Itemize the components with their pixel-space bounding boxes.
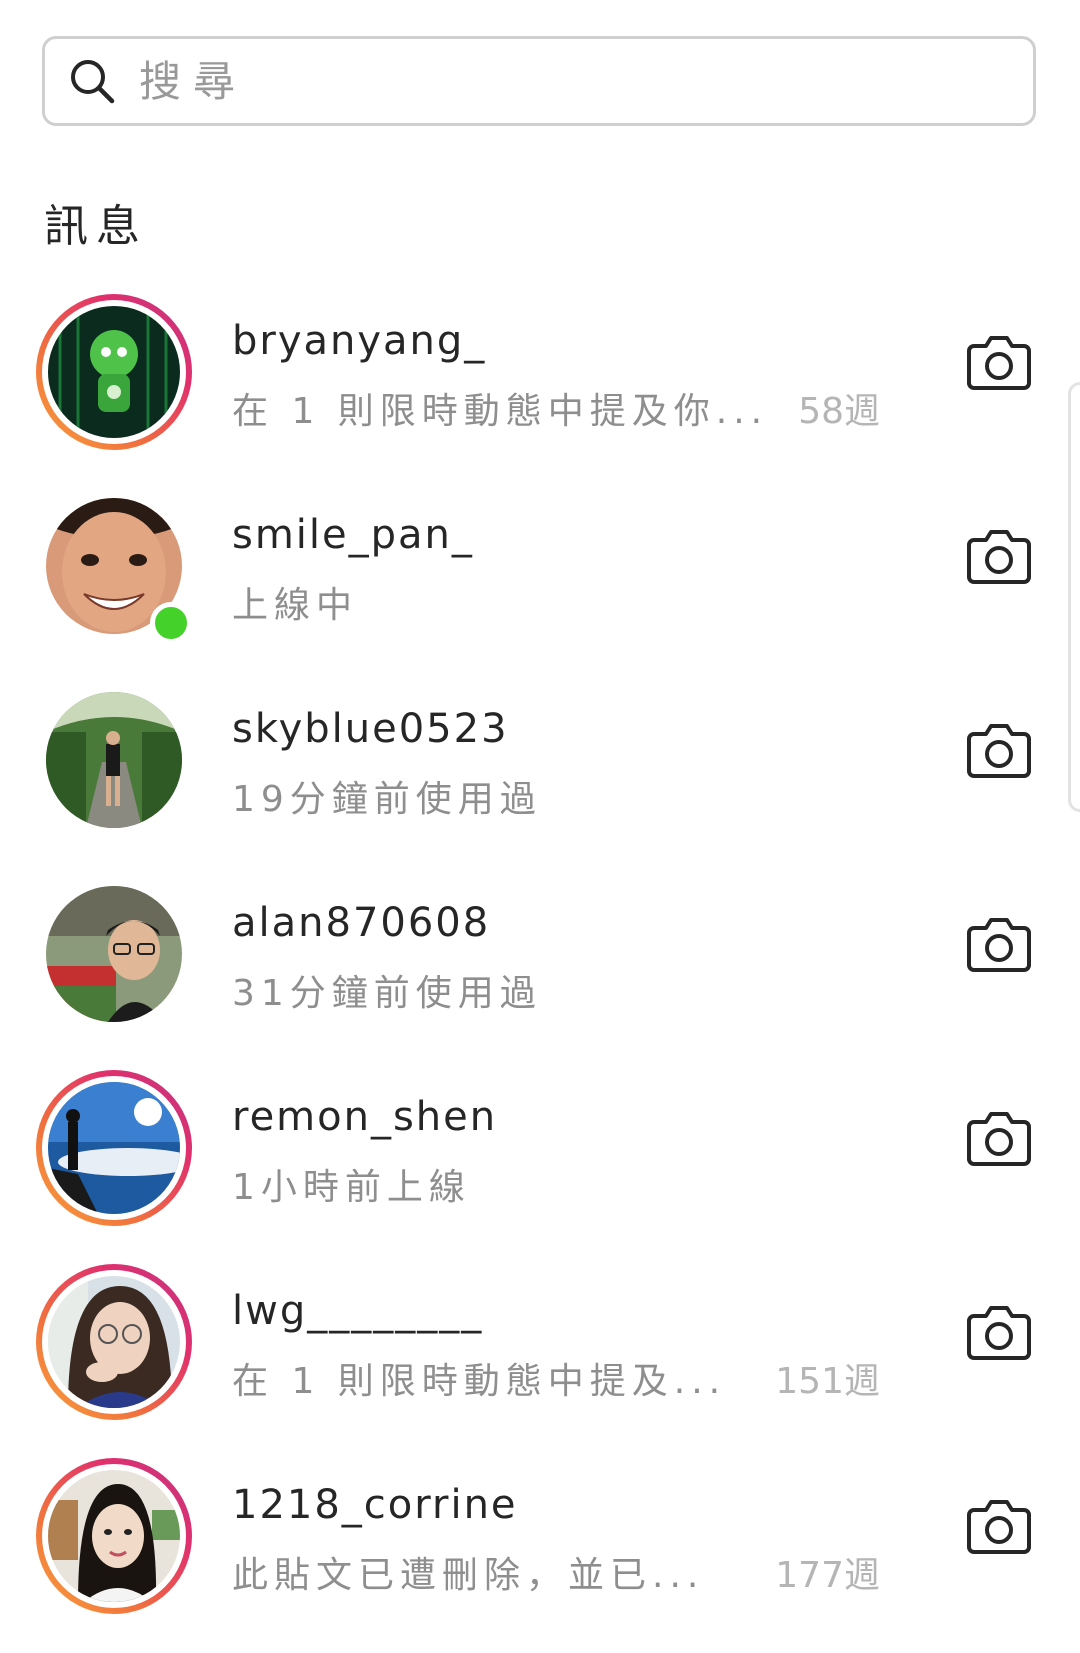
- story-ring[interactable]: [36, 1264, 192, 1420]
- camera-icon[interactable]: [966, 1496, 1032, 1556]
- conversation-row[interactable]: smile_pan_ 上線中: [0, 484, 1080, 678]
- scroll-handle[interactable]: [1068, 382, 1080, 812]
- conversation-row[interactable]: skyblue0523 19分鐘前使用過: [0, 678, 1080, 872]
- search-input[interactable]: [139, 51, 959, 111]
- story-ring[interactable]: [36, 1458, 192, 1614]
- search-icon: [71, 60, 115, 104]
- search-bar[interactable]: [42, 36, 1036, 126]
- conversation-row[interactable]: lwg________ 在 1 則限時動態中提及... 151週: [0, 1260, 1080, 1454]
- username: alan870608: [232, 900, 491, 946]
- timestamp: 58週: [798, 391, 880, 432]
- avatar: [46, 886, 182, 1022]
- camera-icon[interactable]: [966, 332, 1032, 392]
- avatar: [48, 1276, 180, 1408]
- avatar: [46, 692, 182, 828]
- status-text: 1小時前上線: [232, 1167, 471, 1208]
- username: bryanyang_: [232, 318, 487, 364]
- avatar-container[interactable]: [36, 682, 192, 838]
- avatar: [48, 1470, 180, 1602]
- story-ring[interactable]: [36, 1070, 192, 1226]
- username: remon_shen: [232, 1094, 498, 1140]
- camera-icon[interactable]: [966, 526, 1032, 586]
- username: 1218_corrine: [232, 1482, 518, 1528]
- status-text: 此貼文已遭刪除，並已...: [232, 1555, 705, 1596]
- section-title: 訊息: [44, 201, 148, 252]
- timestamp: 177週: [775, 1555, 880, 1596]
- conversation-row[interactable]: 1218_corrine 此貼文已遭刪除，並已... 177週: [0, 1454, 1080, 1648]
- camera-icon[interactable]: [966, 1302, 1032, 1362]
- username: lwg________: [232, 1288, 484, 1334]
- username: smile_pan_: [232, 512, 474, 558]
- story-ring[interactable]: [36, 294, 192, 450]
- conversation-list: bryanyang_ 在 1 則限時動態中提及你... 58週 smile_pa…: [0, 290, 1080, 1648]
- camera-icon[interactable]: [966, 1108, 1032, 1168]
- status-text: 19分鐘前使用過: [232, 779, 542, 820]
- status-text: 上線中: [232, 585, 359, 626]
- username: skyblue0523: [232, 706, 509, 752]
- status-text: 在 1 則限時動態中提及你...: [232, 391, 769, 432]
- camera-icon[interactable]: [966, 914, 1032, 974]
- status-text: 31分鐘前使用過: [232, 973, 542, 1014]
- status-text: 在 1 則限時動態中提及...: [232, 1361, 727, 1402]
- avatar-container[interactable]: [36, 876, 192, 1032]
- conversation-row[interactable]: bryanyang_ 在 1 則限時動態中提及你... 58週: [0, 290, 1080, 484]
- avatar: [48, 306, 180, 438]
- avatar-container[interactable]: [36, 488, 192, 644]
- conversation-row[interactable]: remon_shen 1小時前上線: [0, 1066, 1080, 1260]
- camera-icon[interactable]: [966, 720, 1032, 780]
- online-indicator: [150, 602, 192, 644]
- conversation-row[interactable]: alan870608 31分鐘前使用過: [0, 872, 1080, 1066]
- avatar: [48, 1082, 180, 1214]
- timestamp: 151週: [775, 1361, 880, 1402]
